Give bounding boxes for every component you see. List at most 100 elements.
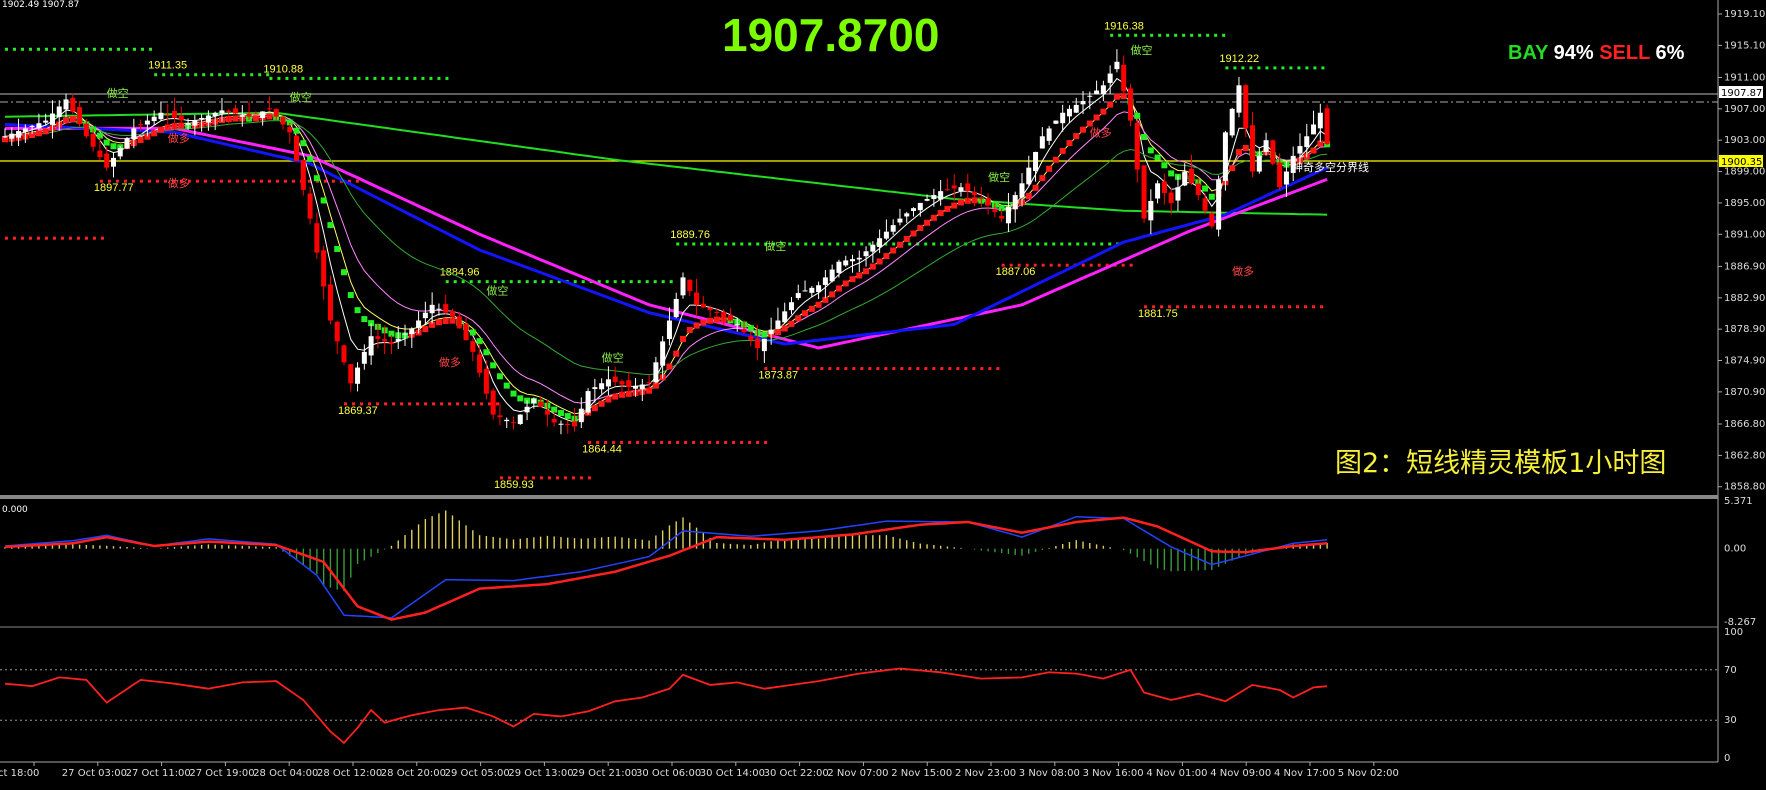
- candle-body: [395, 338, 401, 342]
- level-price-label: 1910.88: [263, 63, 303, 75]
- candle-body: [117, 148, 123, 157]
- candle-body: [483, 368, 489, 394]
- support-dot: [29, 236, 32, 240]
- trend-step-up: [680, 336, 686, 343]
- chart-canvas[interactable]: 1911.35 1910.88 1884.96 1889.76 1916.38 1912.…: [0, 0, 1766, 790]
- support-dot: [948, 367, 952, 371]
- resistance-dot: [581, 280, 585, 284]
- support-dot: [408, 402, 411, 406]
- support-dot: [988, 367, 992, 371]
- ohlc-readout: 1902.49 1907.87: [2, 0, 80, 10]
- support-dot: [440, 402, 443, 406]
- resistance-dot: [1108, 242, 1112, 246]
- support-dot: [692, 441, 696, 445]
- candle-body: [456, 316, 462, 329]
- candle-body: [721, 312, 727, 317]
- time-tick-label: 4 Nov 09:00: [1210, 768, 1271, 779]
- candle-body: [1121, 64, 1127, 92]
- trend-step-up: [930, 214, 937, 221]
- support-dot: [668, 441, 672, 445]
- time-tick-label: 2 Nov 07:00: [827, 768, 888, 779]
- support-dot: [251, 179, 255, 183]
- candle-body: [77, 107, 83, 124]
- support-dot: [676, 441, 680, 445]
- trend-step-up: [842, 280, 849, 287]
- candle-body: [1236, 85, 1242, 113]
- support-dot: [13, 236, 16, 240]
- time-tick-label: 3 Nov 16:00: [1083, 768, 1144, 779]
- resistance-dot: [1012, 242, 1016, 246]
- candle-body: [904, 213, 910, 217]
- price-tick-label: 1882.90: [1724, 293, 1765, 304]
- resistance-dot: [804, 242, 808, 246]
- candle-body: [266, 108, 272, 110]
- support-dot: [1208, 305, 1212, 309]
- resistance-dot: [724, 242, 728, 246]
- macd-tick-label: 0.00: [1724, 544, 1746, 555]
- candle-body: [477, 354, 483, 373]
- support-dot: [1248, 305, 1252, 309]
- support-dot: [480, 402, 483, 406]
- candle-body: [144, 120, 150, 125]
- candle-body: [436, 308, 442, 310]
- candle-body: [578, 408, 584, 423]
- resistance-dot: [269, 76, 273, 80]
- chart-caption: 图2：短线精灵模板1小时图: [1335, 448, 1667, 479]
- resistance-dot: [381, 76, 385, 80]
- resistance-dot: [948, 242, 952, 246]
- resistance-dot: [1297, 66, 1301, 70]
- axes: 1919.10 1915.10 1911.00 1907.00 1903.00 1899.…: [0, 9, 1765, 779]
- candle-body: [680, 277, 686, 296]
- candle-body: [124, 138, 130, 149]
- candle-body: [422, 312, 428, 319]
- macd-panel[interactable]: [4, 510, 1328, 621]
- resistance-dot: [661, 280, 665, 284]
- trend-step-up: [1025, 193, 1032, 200]
- candle-body: [551, 419, 557, 423]
- candle-body: [666, 320, 672, 340]
- resistance-dot: [178, 73, 182, 77]
- candle-body: [1107, 73, 1113, 83]
- trend-step-up: [795, 315, 802, 322]
- resistance-dot: [509, 280, 513, 284]
- candle-body: [172, 110, 177, 118]
- resistance-dot: [501, 280, 505, 284]
- resistance-dot: [756, 242, 760, 246]
- trend-step-down: [320, 197, 327, 204]
- support-dot: [844, 367, 848, 371]
- trend-step-down: [1168, 170, 1175, 177]
- resistance-dot: [1076, 242, 1080, 246]
- support-dot: [203, 179, 207, 183]
- resistance-dot: [125, 47, 128, 51]
- resistance-dot: [29, 47, 32, 51]
- support-dot: [1296, 305, 1300, 309]
- support-dot: [432, 402, 435, 406]
- boundary-price-tag: 1900.35: [1721, 157, 1762, 168]
- time-tick-label: 29 Oct 21:00: [572, 768, 637, 779]
- resistance-dot: [956, 242, 960, 246]
- trend-step-up: [1242, 145, 1249, 152]
- candle-body: [836, 261, 842, 273]
- support-dot: [155, 179, 159, 183]
- trend-step-up: [673, 350, 680, 357]
- price-tick-label: 1903.00: [1724, 135, 1765, 146]
- sentiment-readout: BAY 94% SELL 6%: [1508, 42, 1684, 65]
- trend-step-up: [1310, 147, 1317, 154]
- candle-body: [443, 304, 449, 313]
- trend-step-up: [151, 130, 158, 137]
- candle-body: [958, 187, 964, 192]
- candle-body: [700, 303, 706, 308]
- price-panel[interactable]: 1911.35 1910.88 1884.96 1889.76 1916.38 1912.…: [0, 20, 1718, 491]
- trend-step-down: [1141, 134, 1148, 141]
- candle-body: [951, 185, 957, 189]
- resistance-dot: [285, 76, 289, 80]
- support-dot: [804, 367, 808, 371]
- candle-body: [585, 391, 591, 413]
- support-dot: [1224, 305, 1228, 309]
- candle-body: [1304, 136, 1310, 148]
- candle-body: [660, 341, 666, 366]
- price-tick-label: 1911.00: [1724, 72, 1765, 83]
- trend-step-up: [808, 305, 815, 312]
- rsi-panel[interactable]: [0, 667, 1718, 745]
- resistance-dot: [1092, 242, 1096, 246]
